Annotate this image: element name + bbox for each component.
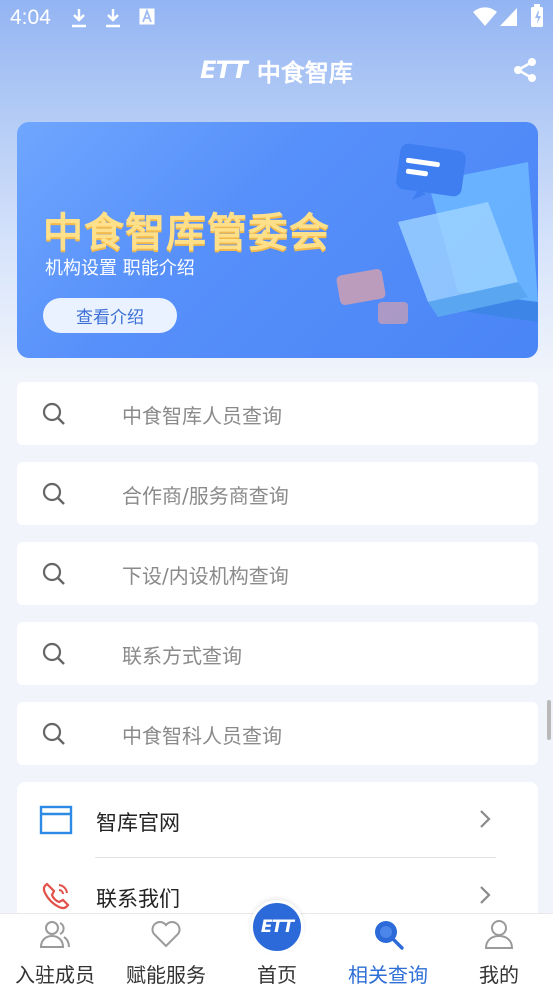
nav-label: 赋能服务	[126, 963, 206, 984]
nav-profile[interactable]: 我的	[444, 914, 553, 984]
battery-icon	[531, 4, 543, 27]
font-icon	[139, 8, 155, 25]
profile-icon	[484, 920, 514, 949]
search-icon	[42, 722, 65, 745]
search-icon	[42, 562, 65, 585]
banner-title: 中食智库管委会	[43, 210, 330, 256]
query-item-contacts[interactable]: 联系方式查询	[17, 622, 538, 685]
scrollbar[interactable]	[547, 700, 551, 740]
browser-window-icon	[39, 805, 73, 835]
query-label: 联系方式查询	[122, 644, 242, 668]
official-website-link[interactable]: 智库官网	[17, 782, 538, 858]
banner[interactable]: 中食智库管委会 机构设置 职能介绍 查看介绍	[17, 122, 538, 358]
query-label: 中食智科人员查询	[122, 724, 282, 748]
query-item-partners[interactable]: 合作商/服务商查询	[17, 462, 538, 525]
query-item-zhike-staff[interactable]: 中食智科人员查询	[17, 702, 538, 765]
nav-query[interactable]: 相关查询	[333, 914, 443, 984]
query-icon	[375, 921, 404, 950]
phone-icon	[42, 882, 70, 910]
banner-subtitle: 机构设置 职能介绍	[45, 258, 195, 279]
page-title: 中食智库	[256, 57, 353, 87]
query-item-staff[interactable]: 中食智库人员查询	[17, 382, 538, 445]
status-bar: 4:04	[0, 0, 553, 38]
nav-members[interactable]: 入驻成员	[0, 914, 110, 984]
home-logo-text: ETT	[260, 917, 294, 937]
app-title: ETT 中食智库	[0, 52, 553, 88]
signal-icon	[500, 8, 517, 26]
app-logo: ETT	[200, 56, 248, 84]
search-icon	[42, 482, 65, 505]
nav-label: 相关查询	[348, 963, 428, 984]
members-icon	[39, 921, 70, 948]
search-icon	[42, 402, 65, 425]
query-label: 合作商/服务商查询	[122, 484, 289, 508]
download-icon	[106, 9, 120, 28]
status-time: 4:04	[10, 6, 51, 29]
query-item-institutions[interactable]: 下设/内设机构查询	[17, 542, 538, 605]
chevron-right-icon	[480, 810, 491, 828]
search-icon	[42, 642, 65, 665]
heart-icon	[151, 921, 181, 948]
download-icon	[72, 9, 86, 28]
wifi-icon	[473, 7, 497, 27]
query-label: 下设/内设机构查询	[122, 564, 289, 588]
link-label: 智库官网	[96, 811, 180, 835]
chevron-right-icon	[480, 886, 491, 904]
link-label: 联系我们	[96, 887, 180, 911]
view-intro-button[interactable]: 查看介绍	[43, 298, 177, 333]
query-label: 中食智库人员查询	[122, 404, 282, 428]
home-logo-icon[interactable]: ETT	[250, 900, 304, 954]
share-icon[interactable]	[511, 56, 539, 84]
nav-services[interactable]: 赋能服务	[111, 914, 221, 984]
nav-label: 入驻成员	[15, 963, 95, 984]
nav-label: 首页	[257, 963, 297, 984]
nav-label: 我的	[479, 963, 519, 984]
